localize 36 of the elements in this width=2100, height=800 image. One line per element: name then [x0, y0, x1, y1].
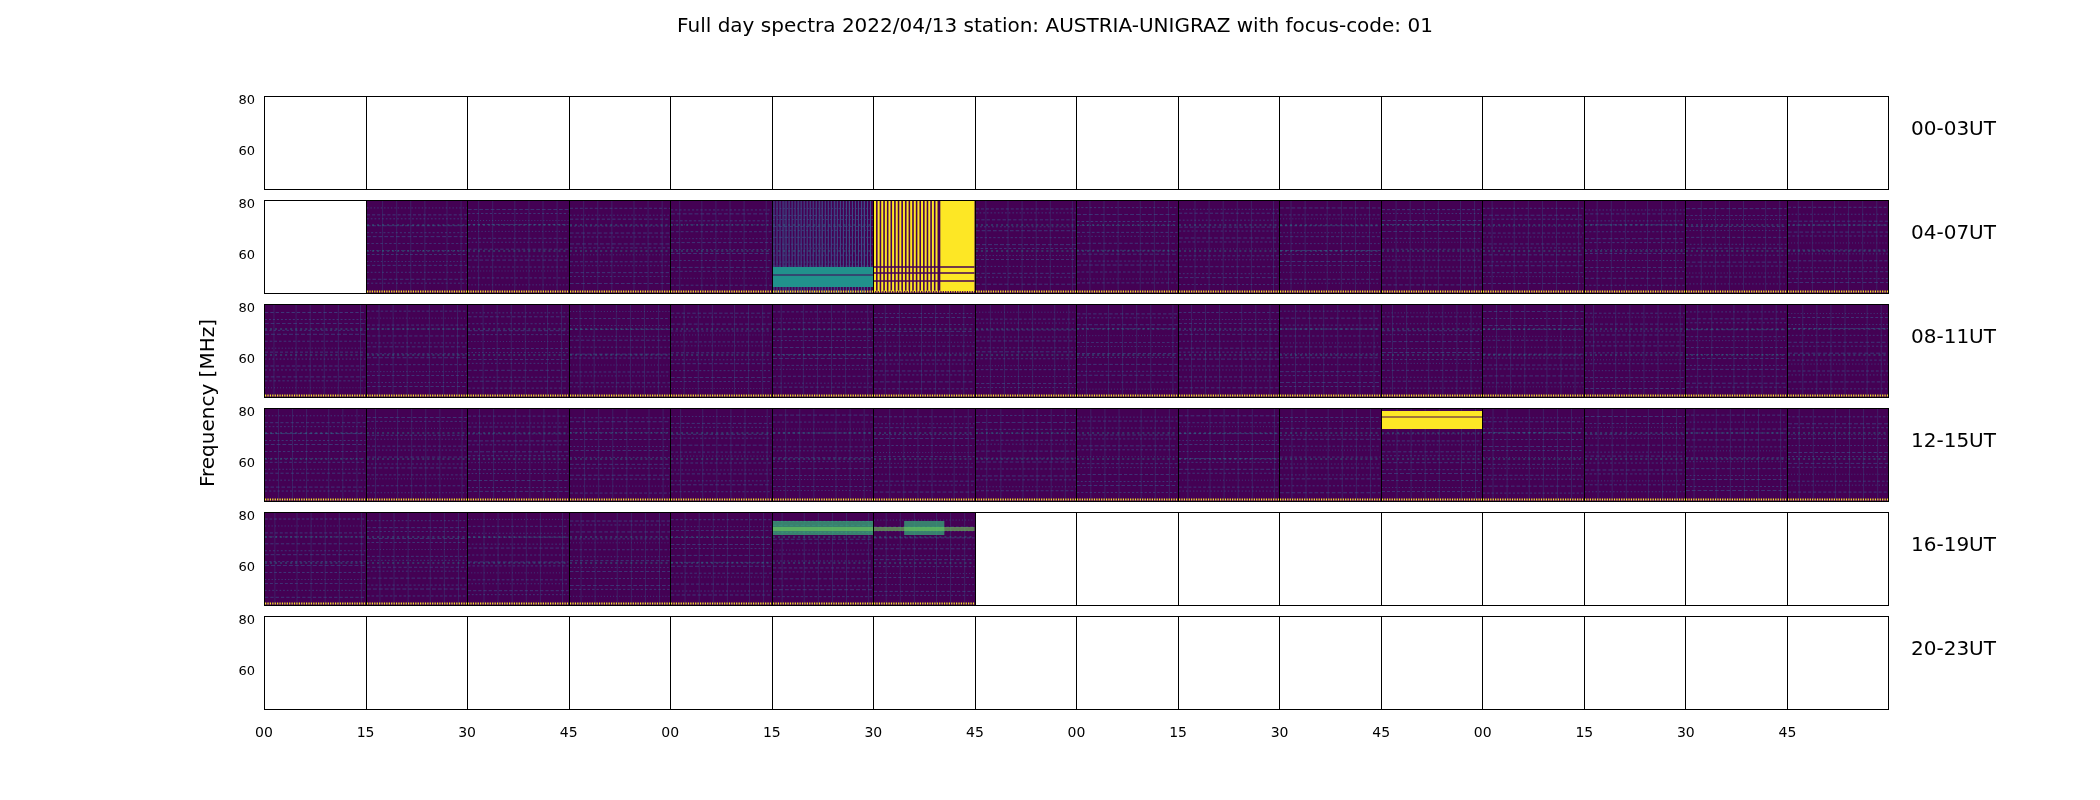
time-range-label: 04-07UT: [1911, 220, 1996, 244]
time-range-label: 00-03UT: [1911, 116, 1996, 140]
x-tick-label: 15: [1169, 724, 1187, 740]
x-tick-label: 45: [1778, 724, 1797, 740]
x-tick-label: 30: [458, 724, 477, 740]
x-tick-label: 15: [1575, 724, 1594, 740]
y-tick-label: 80: [238, 612, 255, 627]
x-tick-label: 30: [864, 724, 883, 740]
y-axis-label: Frequency [MHz]: [195, 318, 219, 488]
y-tick-label: 80: [238, 404, 255, 419]
x-tick-label: 45: [1372, 724, 1391, 740]
x-tick-label: 15: [762, 724, 781, 740]
y-tick-label: 80: [238, 196, 255, 211]
y-tick-label: 60: [238, 664, 255, 679]
x-tick-label: 00: [1067, 724, 1086, 740]
x-tick-label: 45: [559, 724, 578, 740]
y-tick-label: 80: [238, 508, 255, 523]
time-range-label: 16-19UT: [1911, 532, 1996, 556]
x-tick-label: 00: [661, 724, 680, 740]
y-tick-label: 60: [238, 560, 255, 575]
y-tick-label: 60: [238, 352, 255, 367]
y-tick-label: 60: [238, 456, 255, 471]
x-tick-label: 45: [966, 724, 984, 740]
x-tick-label: 30: [1676, 724, 1695, 740]
x-tick-label: 30: [1270, 724, 1289, 740]
time-range-label: 08-11UT: [1911, 324, 1996, 348]
figure-title: Full day spectra 2022/04/13 station: AUSTRIA-UNIGRAZ with focus-code: 01: [677, 13, 1433, 37]
y-tick-label: 60: [238, 248, 255, 263]
x-tick-label: 00: [1473, 724, 1492, 740]
time-range-label: 20-23UT: [1911, 636, 1996, 660]
x-tick-label: 15: [356, 724, 375, 740]
y-tick-label: 80: [238, 92, 255, 107]
y-tick-label: 60: [238, 144, 255, 159]
time-range-label: 12-15UT: [1911, 428, 1996, 452]
y-tick-label: 80: [238, 300, 255, 315]
x-tick-label: 00: [255, 724, 273, 740]
